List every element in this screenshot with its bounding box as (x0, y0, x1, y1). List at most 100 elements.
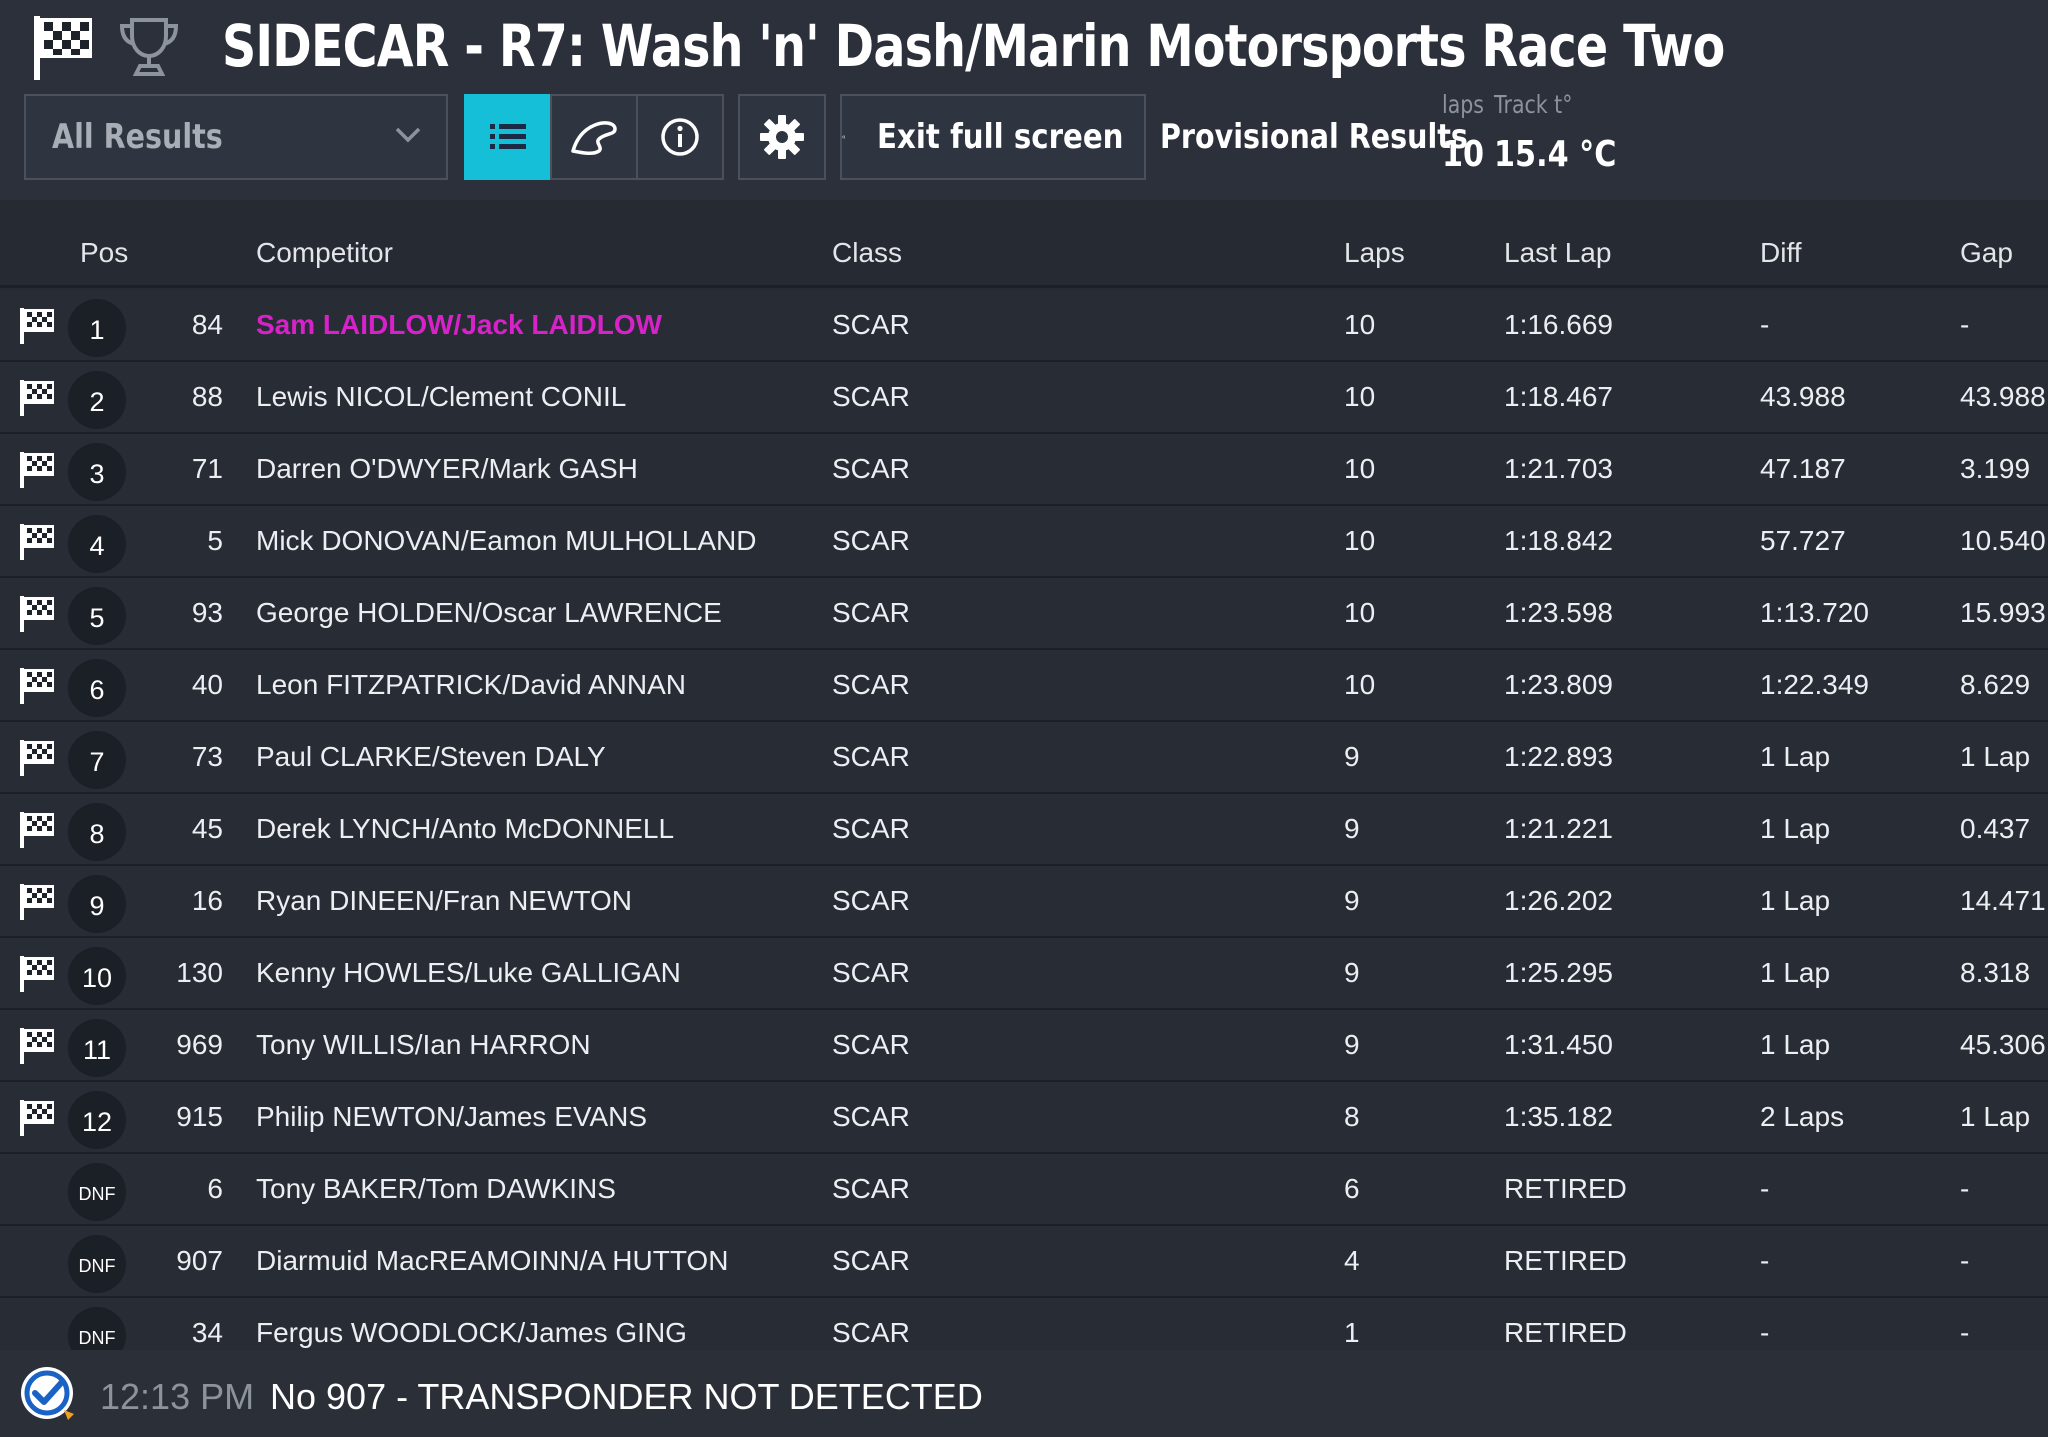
table-row[interactable]: 3 71 Darren O'DWYER/Mark GASH SCAR 10 1:21.70… (0, 434, 2048, 506)
col-header-laps[interactable]: Laps (1344, 218, 1405, 288)
gap-cell: 15.993 (1960, 597, 2046, 628)
competitor-name[interactable]: Diarmuid MacREAMOINN/A HUTTON (256, 1226, 728, 1296)
laps-cell: 9 (1344, 813, 1360, 844)
finish-flag (18, 738, 56, 783)
competitor-name[interactable]: Mick DONOVAN/Eamon MULHOLLAND (256, 506, 756, 576)
laps-cell: 6 (1344, 1173, 1360, 1204)
last-lap-cell: 1:23.598 (1504, 597, 1613, 628)
finish-flag-icon (20, 884, 54, 920)
class-cell: SCAR (832, 309, 910, 340)
results-filter-dropdown[interactable]: All Results (24, 94, 448, 180)
last-lap-cell: 1:18.467 (1504, 381, 1613, 412)
car-number: 915 (176, 1101, 223, 1132)
finish-flag-icon (20, 452, 54, 488)
last-lap-cell: 1:25.295 (1504, 957, 1613, 988)
results-status: Provisional Results (1160, 117, 1468, 157)
table-row[interactable]: 12 915 Philip NEWTON/James EVANS SCAR 8 1:35.… (0, 1082, 2048, 1154)
col-header-diff[interactable]: Diff (1760, 218, 1802, 288)
col-header-pos[interactable]: Pos (80, 218, 128, 288)
competitor-name[interactable]: Paul CLARKE/Steven DALY (256, 722, 606, 792)
header-bar: SIDECAR - R7: Wash 'n' Dash/Marin Motors… (0, 0, 2048, 200)
diff-cell: - (1760, 1245, 1770, 1276)
competitor-name[interactable]: Kenny HOWLES/Luke GALLIGAN (256, 938, 681, 1008)
laps-cell: 4 (1344, 1245, 1360, 1276)
table-row[interactable]: 4 5 Mick DONOVAN/Eamon MULHOLLAND SCAR 10 1:1… (0, 506, 2048, 578)
car-number: 130 (176, 957, 223, 988)
table-row[interactable]: 11 969 Tony WILLIS/Ian HARRON SCAR 9 1:31.450… (0, 1010, 2048, 1082)
laps-label: laps (1442, 90, 1484, 119)
position-badge: 5 (68, 587, 126, 645)
table-row[interactable]: 9 16 Ryan DINEEN/Fran NEWTON SCAR 9 1:26.202 1… (0, 866, 2048, 938)
car-number: 5 (207, 525, 223, 556)
table-row[interactable]: 1 84 Sam LAIDLOW/Jack LAIDLOW SCAR 10 1:16.66… (0, 290, 2048, 362)
position-badge: 11 (68, 1019, 126, 1077)
table-row[interactable]: 6 40 Leon FITZPATRICK/David ANNAN SCAR 10 1:2… (0, 650, 2048, 722)
competitor-name[interactable]: George HOLDEN/Oscar LAWRENCE (256, 578, 722, 648)
results-filter-value: All Results (52, 117, 223, 157)
last-lap-cell: 1:16.669 (1504, 309, 1613, 340)
finish-flag-icon (20, 1100, 54, 1136)
trophy-icon[interactable] (116, 14, 182, 80)
col-header-last-lap[interactable]: Last Lap (1504, 218, 1611, 288)
competitor-name[interactable]: Philip NEWTON/James EVANS (256, 1082, 647, 1152)
position-badge: 12 (68, 1091, 126, 1149)
gap-cell: 8.318 (1960, 957, 2031, 988)
exit-fullscreen-button[interactable]: Exit full screen (840, 94, 1146, 180)
track-map-button[interactable] (550, 94, 638, 180)
position-badge: DNF (68, 1163, 126, 1221)
finish-flag-icon (20, 524, 54, 560)
competitor-name[interactable]: Sam LAIDLOW/Jack LAIDLOW (256, 290, 662, 360)
competitor-name[interactable]: Darren O'DWYER/Mark GASH (256, 434, 638, 504)
table-row[interactable]: 8 45 Derek LYNCH/Anto McDONNELL SCAR 9 1:21.2… (0, 794, 2048, 866)
competitor-name[interactable]: Tony WILLIS/Ian HARRON (256, 1010, 591, 1080)
table-row[interactable]: 10 130 Kenny HOWLES/Luke GALLIGAN SCAR 9 1:25… (0, 938, 2048, 1010)
list-icon (490, 124, 526, 149)
gap-cell: - (1960, 1245, 1970, 1276)
gap-cell: 45.306 (1960, 1029, 2046, 1060)
position-badge: 10 (68, 947, 126, 1005)
class-cell: SCAR (832, 885, 910, 916)
diff-cell: 43.988 (1760, 381, 1846, 412)
table-row[interactable]: 7 73 Paul CLARKE/Steven DALY SCAR 9 1:22.893 1… (0, 722, 2048, 794)
last-lap-cell: RETIRED (1504, 1245, 1627, 1276)
list-view-button[interactable] (464, 94, 552, 180)
class-cell: SCAR (832, 597, 910, 628)
results-table-header: Pos Competitor Class Laps Last Lap Diff … (0, 218, 2048, 288)
laps-cell: 10 (1344, 597, 1376, 628)
competitor-name[interactable]: Leon FITZPATRICK/David ANNAN (256, 650, 686, 720)
laps-cell: 10 (1344, 381, 1376, 412)
col-header-class[interactable]: Class (832, 218, 902, 288)
message-bar: 12:13 PM No 907 - TRANSPONDER NOT DETECT… (0, 1350, 2048, 1437)
competitor-name[interactable]: Derek LYNCH/Anto McDONNELL (256, 794, 674, 864)
diff-cell: 1 Lap (1760, 741, 1831, 772)
diff-cell: 1 Lap (1760, 813, 1831, 844)
car-number: 88 (191, 381, 223, 412)
class-cell: SCAR (832, 381, 910, 412)
car-number: 16 (191, 885, 223, 916)
table-row[interactable]: 2 88 Lewis NICOL/Clement CONIL SCAR 10 1:18.4… (0, 362, 2048, 434)
car-number: 45 (191, 813, 223, 844)
finish-flag (18, 882, 56, 927)
competitor-name[interactable]: Ryan DINEEN/Fran NEWTON (256, 866, 632, 936)
info-button[interactable] (636, 94, 724, 180)
laps-cell: 9 (1344, 741, 1360, 772)
diff-cell: 1:22.349 (1760, 669, 1869, 700)
col-header-gap[interactable]: Gap (1960, 218, 2013, 288)
competitor-name[interactable]: Lewis NICOL/Clement CONIL (256, 362, 626, 432)
exit-fullscreen-label: Exit full screen (877, 117, 1124, 157)
competitor-name[interactable]: Tony BAKER/Tom DAWKINS (256, 1154, 616, 1224)
chevron-down-icon (395, 127, 421, 143)
class-cell: SCAR (832, 1029, 910, 1060)
finish-flag-icon (20, 380, 54, 416)
settings-button[interactable] (738, 94, 826, 180)
col-header-competitor[interactable]: Competitor (256, 218, 393, 288)
table-row[interactable]: DNF 907 Diarmuid MacREAMOINN/A HUTTON SCAR 4… (0, 1226, 2048, 1298)
finish-flag-icon (20, 812, 54, 848)
message-text: No 907 - TRANSPONDER NOT DETECTED (270, 1376, 983, 1417)
last-lap-cell: 1:22.893 (1504, 741, 1613, 772)
table-row[interactable]: 5 93 George HOLDEN/Oscar LAWRENCE SCAR 10 1:2… (0, 578, 2048, 650)
table-row[interactable]: DNF 6 Tony BAKER/Tom DAWKINS SCAR 6 RETIRED - - (0, 1154, 2048, 1226)
gap-cell: 1 Lap (1960, 1101, 2031, 1132)
finish-flag-icon (20, 668, 54, 704)
diff-cell: 1 Lap (1760, 885, 1831, 916)
